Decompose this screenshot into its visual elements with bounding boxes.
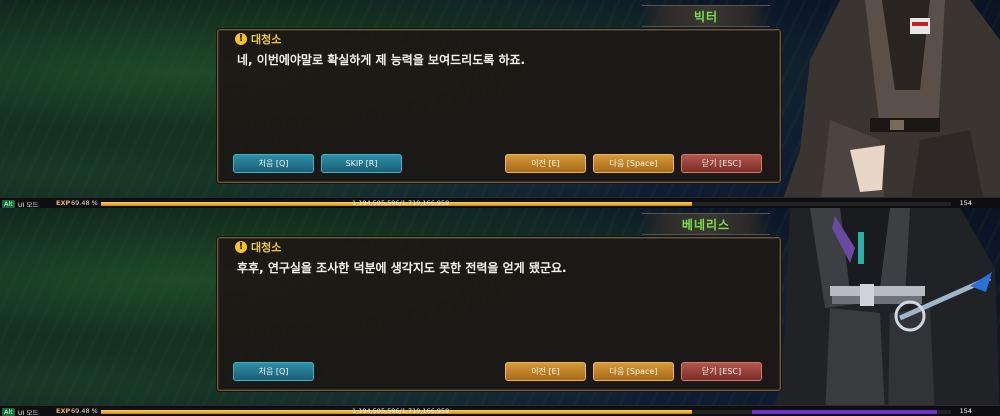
- next-button[interactable]: 다음 [Space]: [593, 154, 674, 173]
- status-bar: Alt UI 모드 EXP 69.48 % 1,194,505,596/1,71…: [0, 197, 1000, 208]
- first-button[interactable]: 처음 [Q]: [233, 362, 314, 381]
- mode-key: Alt: [2, 408, 15, 416]
- exp-value: 1,194,505,596/1,719,166,959: [352, 407, 450, 415]
- exp-label: EXP: [56, 199, 71, 207]
- level-value: 154: [959, 407, 972, 415]
- warning-icon: !: [235, 241, 247, 253]
- dialog-text: 후후, 연구실을 조사한 덕분에 생각지도 못한 전력을 얻게 됐군요.: [237, 261, 567, 275]
- quest-name: 대청소: [251, 241, 282, 254]
- exp-value: 1,194,505,596/1,719,166,959: [352, 199, 450, 207]
- character-portrait-victor: [770, 0, 1000, 208]
- status-bar: Alt UI 모드 EXP 69.48 % 1,194,505,596/1,71…: [0, 405, 1000, 416]
- speaker-name: 빅터: [693, 9, 719, 24]
- exp-bar: [101, 202, 951, 206]
- character-portrait-veneris: [770, 208, 1000, 416]
- quest-tag: ! 대청소: [235, 239, 281, 255]
- close-button[interactable]: 닫기 [ESC]: [681, 362, 762, 381]
- dialog-text: 네, 이번에야말로 확실하게 제 능력을 보여드리도록 하죠.: [237, 53, 526, 67]
- speaker-name: 베네리스: [681, 217, 731, 232]
- ui-mode-indicator[interactable]: Alt UI 모드: [2, 407, 39, 416]
- prev-button[interactable]: 이전 [E]: [505, 362, 586, 381]
- quest-name: 대청소: [251, 33, 282, 46]
- dialogue-panel-victor: 빅터 ! 대청소 네, 이번에야말로 확실하게 제 능력을 보여드리도록 하죠.…: [0, 0, 1000, 208]
- prev-button[interactable]: 이전 [E]: [505, 154, 586, 173]
- name-plate: 빅터: [642, 5, 770, 27]
- level-value: 154: [959, 199, 972, 207]
- mode-label: UI 모드: [17, 201, 39, 208]
- next-button[interactable]: 다음 [Space]: [593, 362, 674, 381]
- mode-label: UI 모드: [17, 409, 39, 416]
- secondary-gauge: [752, 410, 937, 414]
- skip-button[interactable]: SKIP [R]: [321, 154, 402, 173]
- dialogue-panel-veneris: 베네리스 ! 대청소 후후, 연구실을 조사한 덕분에 생각지도 못한 전력을 …: [0, 208, 1000, 416]
- close-button[interactable]: 닫기 [ESC]: [681, 154, 762, 173]
- mode-key: Alt: [2, 200, 15, 208]
- exp-label: EXP: [56, 407, 71, 415]
- exp-percent: 69.48 %: [71, 199, 98, 207]
- name-plate: 베네리스: [642, 213, 770, 235]
- first-button[interactable]: 처음 [Q]: [233, 154, 314, 173]
- ui-mode-indicator[interactable]: Alt UI 모드: [2, 199, 39, 208]
- quest-tag: ! 대청소: [235, 31, 281, 47]
- exp-percent: 69.48 %: [71, 407, 98, 415]
- warning-icon: !: [235, 33, 247, 45]
